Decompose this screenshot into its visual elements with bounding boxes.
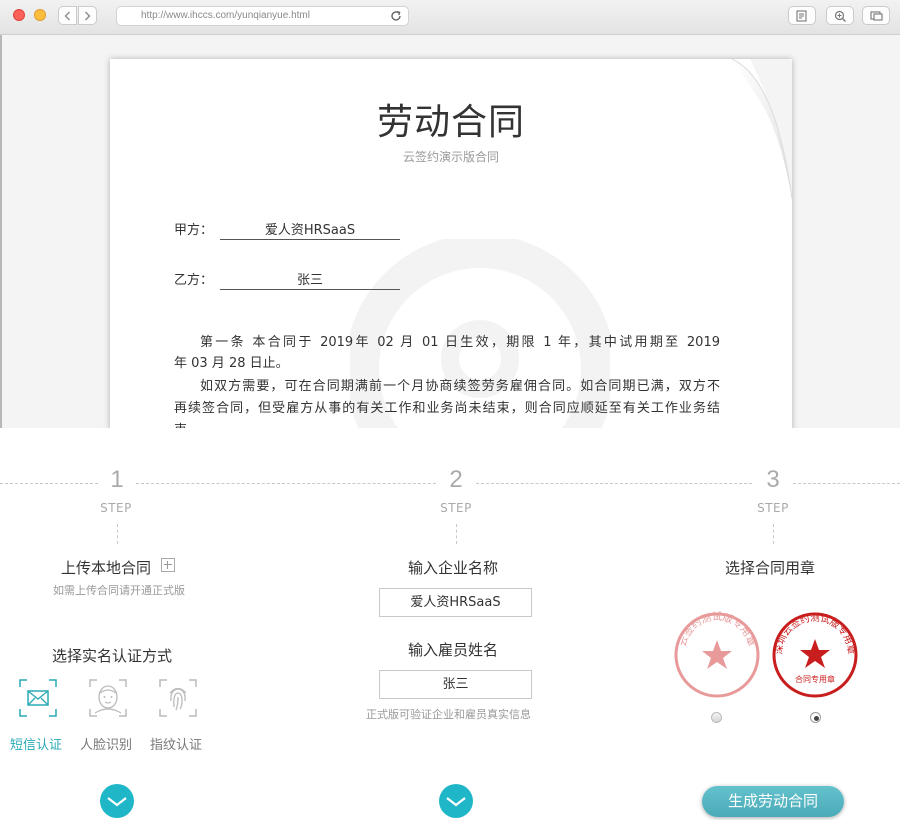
step1-done-button[interactable] [100, 784, 134, 818]
svg-text:合同专用章: 合同专用章 [795, 674, 835, 684]
party-b-label: 乙方： [174, 273, 214, 288]
step2-done-button[interactable] [439, 784, 473, 818]
contract-subtitle: 云签约演示版合同 [402, 150, 499, 164]
upload-note: 如需上传合同请开通正式版 [53, 584, 185, 597]
close-window-button[interactable] [13, 9, 25, 21]
checkmark-icon [107, 797, 127, 807]
reader-icon [796, 10, 807, 22]
fullscreen-button[interactable] [862, 6, 890, 25]
step-number: 3 [766, 466, 780, 493]
contract-paper: 劳动合同 云签约演示版合同 甲方： 爱人资HRSaaS 乙方： 张三 第一条 本… [110, 59, 792, 428]
step-divider [793, 483, 900, 484]
seal-stamp-red[interactable]: 深圳云签约测试版专用章 合同专用章 [770, 610, 860, 700]
step-divider [0, 483, 98, 484]
svg-text:云签约测试版专用章: 云签约测试版专用章 [677, 610, 758, 648]
clause-line: 第一条 本合同于 2019年 02 月 01 日生效，期限 1 年，其中试用期至… [200, 335, 720, 350]
step-number: 1 [110, 466, 124, 493]
screens-icon [870, 11, 883, 21]
fingerprint-icon[interactable] [159, 679, 197, 717]
forward-button[interactable] [78, 6, 97, 25]
clause-line: 如双方需要，可在合同期满前一个月协商续签劳务雇佣合同。如合同期已满，双方不 [200, 379, 720, 394]
step-label: STEP [100, 501, 132, 515]
chevron-left-icon [64, 11, 70, 21]
address-bar[interactable]: http://www.ihccs.com/yunqianyue.html [116, 6, 409, 26]
generate-contract-button[interactable]: 生成劳动合同 [702, 786, 844, 817]
step-connector [456, 524, 457, 544]
upload-contract-title[interactable]: 上传本地合同 [61, 557, 151, 578]
clause-line: 再续签合同，但受雇方从事的有关工作和业务尚未结束，则合同应顺延至有关工作业务结 [174, 401, 720, 416]
reader-button[interactable] [788, 6, 816, 25]
auth-option-face[interactable]: 人脸识别 [80, 734, 132, 753]
add-icon[interactable] [161, 558, 175, 572]
party-b-value: 张三 [220, 269, 400, 290]
step-connector [117, 524, 118, 544]
step-label: STEP [440, 501, 472, 515]
party-a-value: 爱人资HRSaaS [220, 219, 400, 240]
face-recognition-icon[interactable] [89, 679, 127, 717]
verify-note: 正式版可验证企业和雇员真实信息 [366, 708, 531, 721]
url-text: http://www.ihccs.com/yunqianyue.html [141, 10, 310, 21]
step-divider [136, 483, 436, 484]
contract-title: 劳动合同 [376, 102, 525, 143]
document-viewer[interactable]: 劳动合同 云签约演示版合同 甲方： 爱人资HRSaaS 乙方： 张三 第一条 本… [0, 35, 900, 428]
reload-icon[interactable] [390, 10, 402, 22]
seal-radio-red[interactable] [810, 712, 821, 723]
company-name-label: 输入企业名称 [408, 559, 499, 577]
clause-line: 年 03 月 28 日止。 [174, 356, 289, 371]
seal-select-title: 选择合同用章 [725, 559, 816, 577]
employee-name-label: 输入雇员姓名 [408, 641, 499, 659]
company-name-input[interactable]: 爱人资HRSaaS [379, 588, 532, 617]
party-a-label: 甲方： [174, 223, 214, 238]
auth-method-title: 选择实名认证方式 [52, 647, 173, 665]
seal-radio-light[interactable] [711, 712, 722, 723]
zoom-icon [834, 10, 846, 22]
chevron-right-icon [85, 11, 91, 21]
step-divider [476, 483, 752, 484]
seal-stamp-light[interactable]: 云签约测试版专用章 [672, 610, 762, 700]
clause-line: 束。 [174, 420, 720, 428]
step-connector [773, 524, 774, 544]
auth-option-sms[interactable]: 短信认证 [10, 734, 62, 753]
auth-option-fingerprint[interactable]: 指纹认证 [150, 734, 202, 753]
zoom-button[interactable] [826, 6, 854, 25]
employee-name-input[interactable]: 张三 [379, 670, 532, 699]
browser-toolbar: http://www.ihccs.com/yunqianyue.html [0, 0, 900, 35]
step-label: STEP [757, 501, 789, 515]
step-number: 2 [449, 466, 463, 493]
window-edge [0, 35, 2, 428]
back-button[interactable] [58, 6, 77, 25]
minimize-window-button[interactable] [34, 9, 46, 21]
sms-auth-icon[interactable] [19, 679, 57, 717]
checkmark-icon [446, 797, 466, 807]
